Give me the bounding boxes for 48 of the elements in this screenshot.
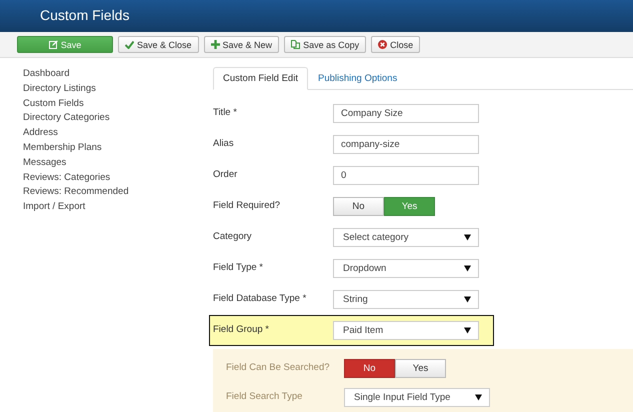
field-label: Field Required? [213,200,282,212]
sidebar-link[interactable]: Custom Fields [23,96,84,112]
sidebar-link[interactable]: Dashboard [23,67,70,82]
sidebar-link[interactable]: Import / Export [23,200,86,215]
page-title: Custom Fields [39,6,130,25]
sidebar-link[interactable]: Address [23,126,58,141]
toggle-option[interactable]: Yes [395,359,446,378]
field-label: Title * [213,106,238,120]
close-button[interactable]: Close [371,36,420,53]
select-field[interactable]: Dropdown [333,259,479,278]
select-field[interactable]: Paid Item [333,321,479,340]
text-field[interactable]: 0 [333,166,479,185]
save-new-button[interactable]: Save & New [204,36,280,53]
sidebar-link[interactable]: Reviews: Categories [23,170,110,186]
text-field[interactable]: company-size [333,135,479,154]
caret-icon [464,265,471,272]
tab[interactable]: Custom Field Edit [213,67,308,90]
field-label: Field Type * [213,262,264,274]
field-label: Field Can Be Searched? [226,362,331,374]
toggle-option[interactable]: No [333,197,384,216]
save-copy-button[interactable]: Save as Copy [284,36,366,53]
field-label: Field Group * [213,324,270,336]
sidebar-link[interactable]: Directory Listings [23,82,96,97]
select-field[interactable]: Single Input Field Type [344,388,490,407]
sidebar-link[interactable]: Membership Plans [23,140,102,156]
caret-icon [464,234,471,241]
sidebar-link[interactable]: Reviews: Recommended [23,185,129,200]
save-close-button[interactable]: Save & Close [118,36,199,53]
sidebar-link[interactable]: Messages [23,156,66,171]
field-label: Order [213,168,238,182]
field-label: Field Search Type [226,390,304,404]
sidebar-link[interactable]: Directory Categories [23,111,110,126]
field-label: Field Database Type * [213,292,308,306]
edit-icon [48,40,58,49]
select-field[interactable]: Select category [333,228,479,247]
field-label: Alias [213,138,235,150]
caret-icon [464,327,471,334]
plus-icon [210,40,220,49]
toggle-option[interactable]: No [344,359,395,378]
select-field[interactable]: String [333,290,479,309]
field-label: Category [213,230,253,244]
close-icon [378,40,388,49]
tab[interactable]: Publishing Options [308,67,408,90]
caret-icon [475,394,482,401]
copy-icon [291,40,300,49]
caret-icon [464,296,471,303]
text-field[interactable]: Company Size [333,104,479,123]
check-icon [125,40,134,49]
